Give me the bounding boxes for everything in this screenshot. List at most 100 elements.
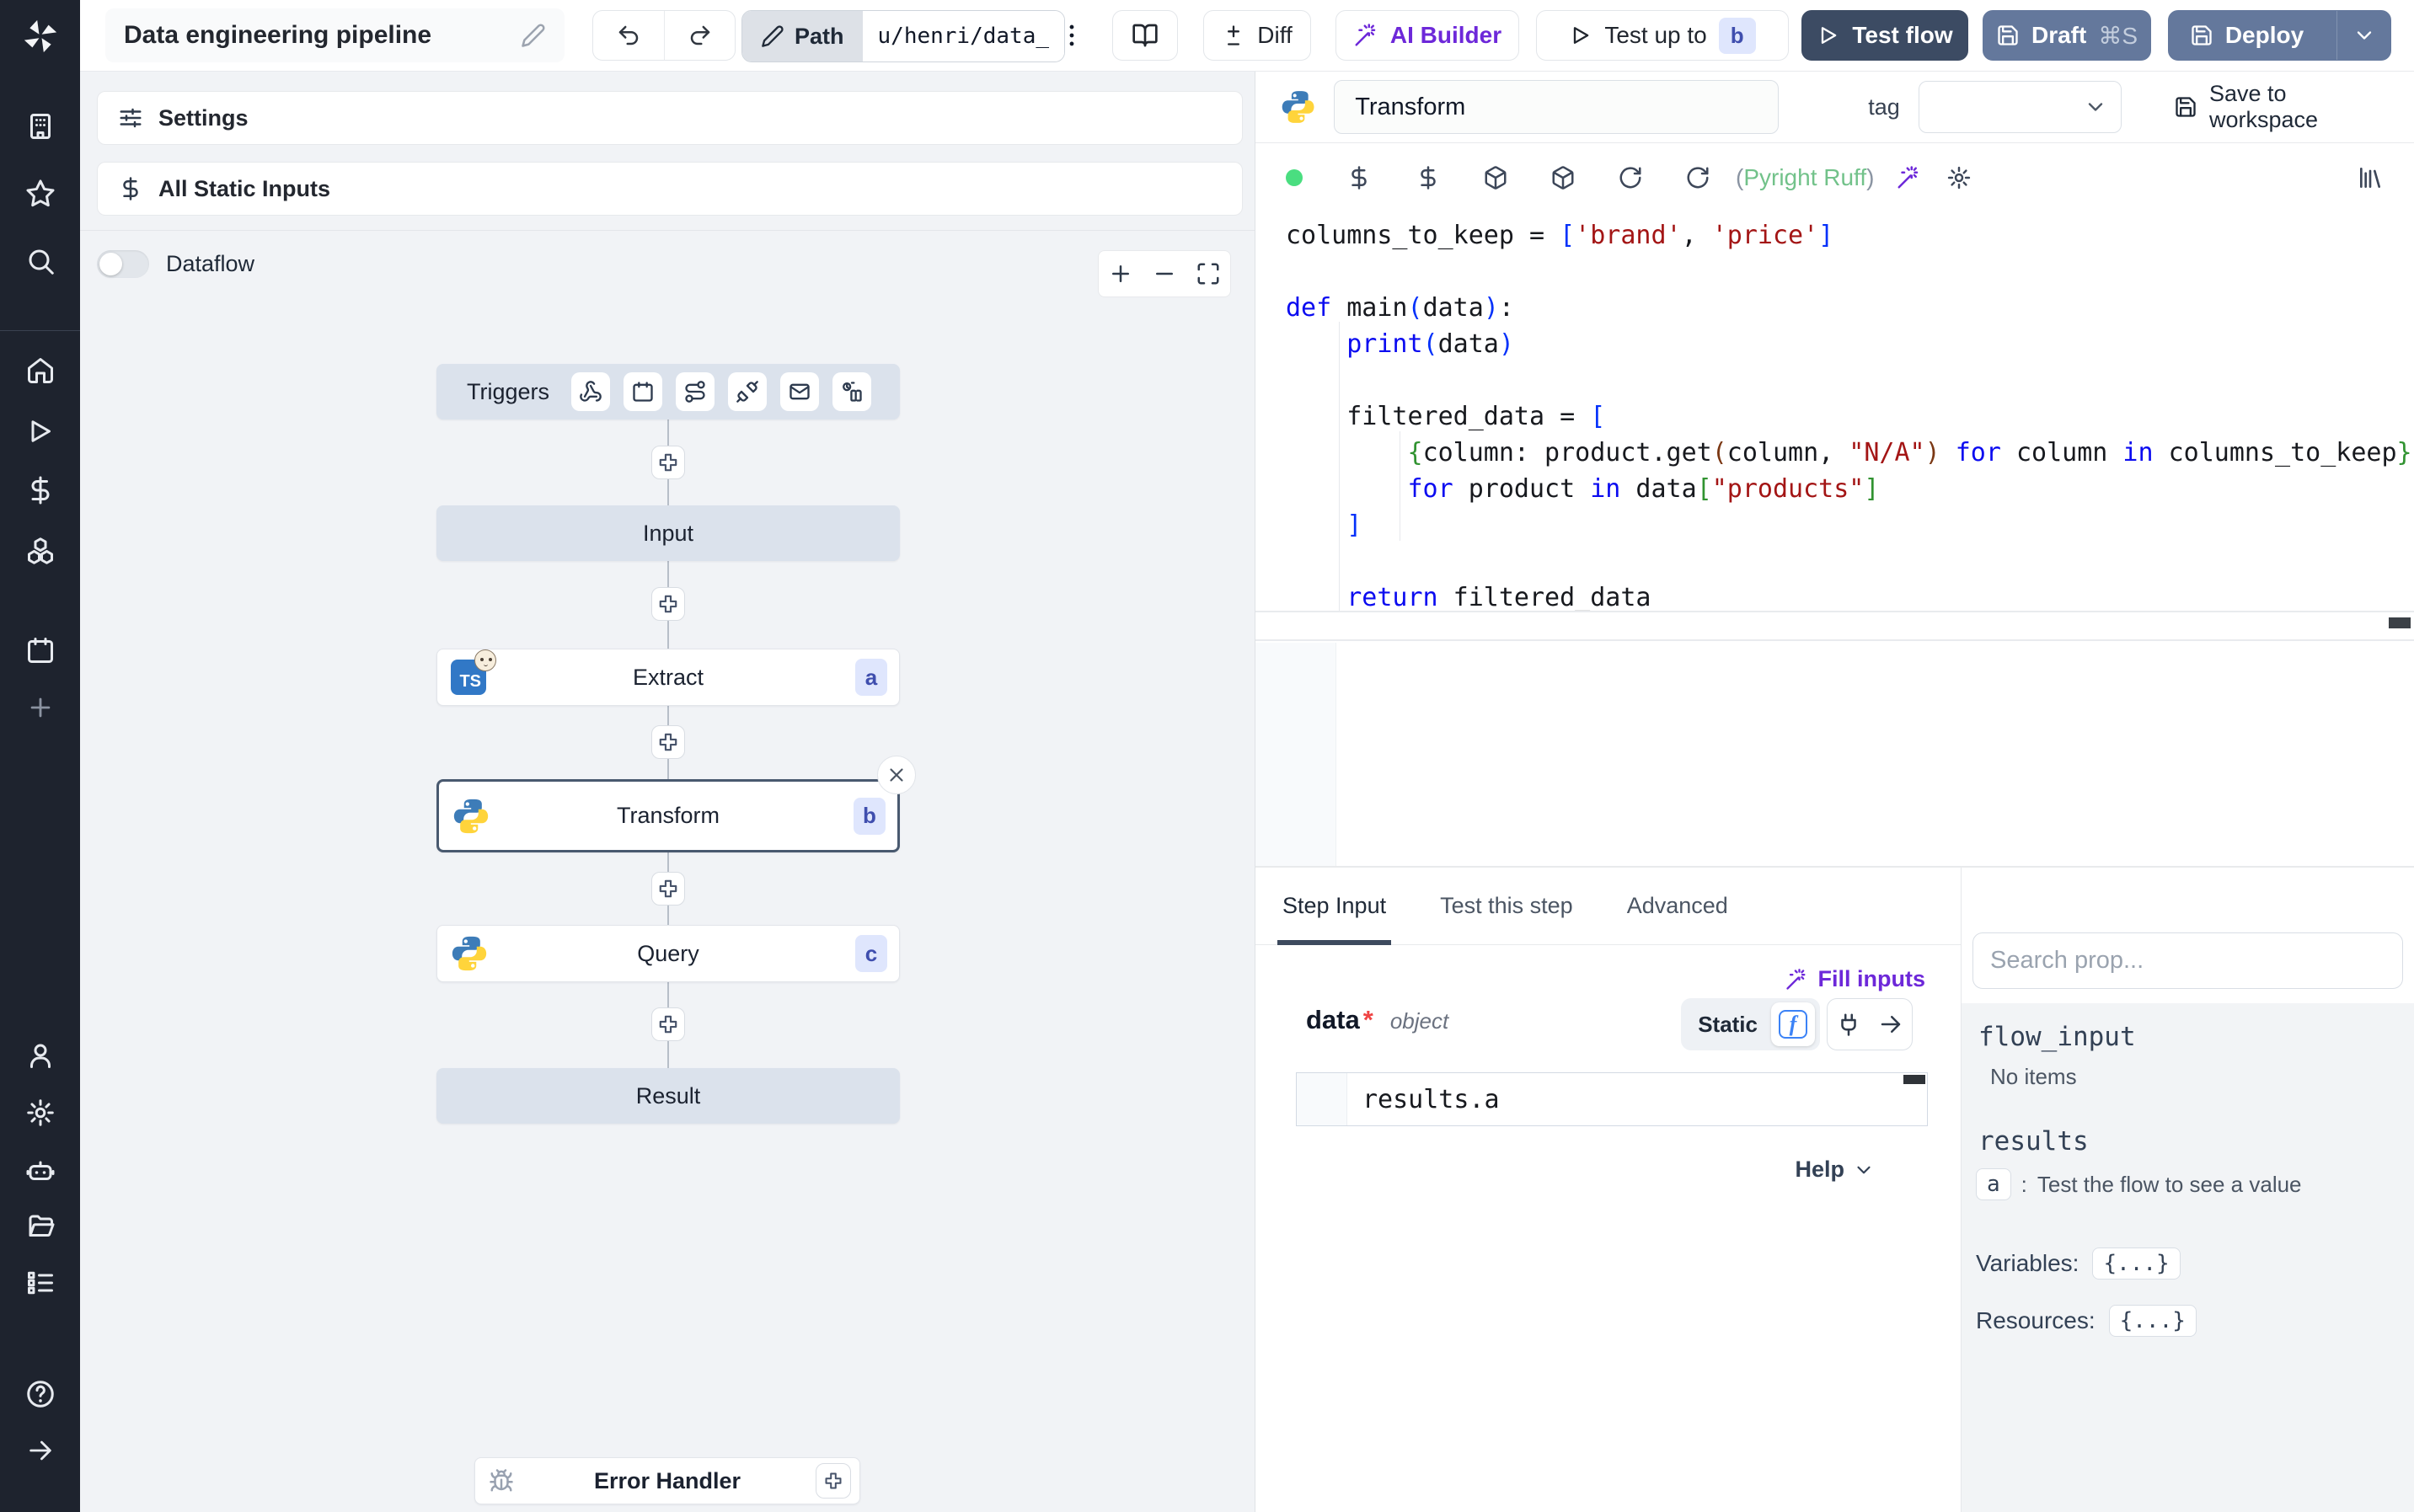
flow-title-box[interactable]: Data engineering pipeline: [105, 8, 565, 62]
poll-trigger-icon[interactable]: [832, 372, 872, 411]
docs-book-button[interactable]: [1112, 10, 1178, 61]
fit-view-icon[interactable]: [1186, 250, 1230, 297]
add-step-button[interactable]: [651, 725, 685, 759]
webhook-trigger-icon[interactable]: [571, 372, 611, 411]
no-items-label: No items: [1990, 1064, 2077, 1089]
resources-chip[interactable]: {...}: [2108, 1305, 2197, 1337]
python-icon: [1281, 88, 1315, 126]
help-dropdown[interactable]: Help: [1795, 1157, 1875, 1183]
email-trigger-icon[interactable]: [780, 372, 820, 411]
triggers-node[interactable]: Triggers: [436, 364, 900, 419]
tab-test-this-step[interactable]: Test this step: [1440, 868, 1573, 945]
deploy-dropdown-chevron-icon[interactable]: [2336, 11, 2390, 60]
more-kebab-icon[interactable]: [1057, 12, 1086, 59]
flow-input-heading[interactable]: flow_input: [1978, 1022, 2136, 1052]
route-trigger-icon[interactable]: [676, 372, 715, 411]
path-value[interactable]: u/henri/data_: [862, 11, 1065, 61]
test-up-to-button[interactable]: Test up to b: [1536, 10, 1789, 61]
draft-button[interactable]: Draft ⌘S: [1983, 10, 2151, 61]
zoom-out-icon[interactable]: [1143, 250, 1186, 297]
editor-scrollbar-thumb[interactable]: [2389, 617, 2411, 628]
undo-redo-group: [592, 10, 736, 61]
result-key-chip[interactable]: a: [1976, 1168, 2011, 1200]
static-inputs-icon[interactable]: [1346, 165, 1372, 190]
user-icon[interactable]: [25, 1040, 56, 1071]
tag-dropdown[interactable]: [1918, 81, 2122, 133]
arg-required-star: *: [1362, 1005, 1373, 1034]
resources-row: Resources: {...}: [1976, 1305, 2197, 1337]
help-icon[interactable]: [25, 1379, 56, 1409]
variables-chip[interactable]: {...}: [2092, 1248, 2181, 1280]
redo-button[interactable]: [664, 11, 735, 60]
path-edit-button[interactable]: Path: [742, 11, 863, 61]
tab-step-input[interactable]: Step Input: [1277, 868, 1392, 945]
add-step-button[interactable]: [651, 446, 685, 479]
workspace-icon[interactable]: [25, 111, 56, 142]
package-icon[interactable]: [1550, 165, 1576, 190]
package-icon[interactable]: [1483, 165, 1508, 190]
search-prop-input[interactable]: [1972, 932, 2403, 989]
tag-label: tag: [1868, 93, 1900, 120]
editor-settings-gear-icon[interactable]: [1946, 165, 1972, 190]
resources-cubes-icon[interactable]: [25, 536, 56, 566]
code-editor[interactable]: columns_to_keep = ['brand', 'price'] def…: [1255, 212, 2414, 611]
add-plus-icon[interactable]: [26, 693, 55, 722]
variables-dollar-icon[interactable]: [25, 475, 56, 505]
plug-icon[interactable]: [1828, 1012, 1870, 1037]
all-static-inputs-bar[interactable]: All Static Inputs: [97, 162, 1243, 216]
reload-icon[interactable]: [1618, 165, 1643, 190]
ai-wand-icon[interactable]: [1896, 165, 1921, 190]
fill-inputs-button[interactable]: Fill inputs: [1785, 966, 1925, 992]
delete-node-x-icon[interactable]: [877, 756, 916, 794]
arrow-right-icon[interactable]: [1870, 1012, 1912, 1037]
schedules-calendar-icon[interactable]: [25, 635, 56, 665]
windmill-logo-icon[interactable]: [21, 17, 60, 56]
props-list: flow_input No items results a : Test the…: [1962, 1003, 2414, 1512]
diff-button[interactable]: Diff: [1203, 10, 1311, 61]
search-icon[interactable]: [25, 246, 56, 276]
node-id-badge: c: [855, 935, 887, 972]
results-heading[interactable]: results: [1978, 1126, 2089, 1157]
edit-title-pencil-icon[interactable]: [521, 23, 546, 48]
tab-advanced[interactable]: Advanced: [1627, 868, 1728, 945]
flow-settings-bar[interactable]: Settings: [97, 91, 1243, 145]
expression-editor[interactable]: results.a: [1296, 1072, 1928, 1126]
ai-robot-icon[interactable]: [25, 1155, 56, 1185]
test-flow-button[interactable]: Test flow: [1801, 10, 1968, 61]
home-icon[interactable]: [25, 355, 56, 386]
reload-icon[interactable]: [1685, 165, 1710, 190]
websocket-trigger-icon[interactable]: [728, 372, 768, 411]
favorites-star-icon[interactable]: [25, 179, 56, 209]
step-name-input[interactable]: [1334, 80, 1780, 134]
editor-toolbar: (Pyright Ruff): [1255, 144, 2414, 211]
folders-icon[interactable]: [25, 1211, 56, 1242]
expression-mode-button[interactable]: f: [1771, 1002, 1815, 1046]
deploy-button[interactable]: Deploy: [2169, 11, 2325, 60]
add-step-button[interactable]: [651, 587, 685, 621]
settings-gear-icon[interactable]: [25, 1098, 56, 1128]
input-node[interactable]: Input: [436, 505, 900, 561]
zoom-in-icon[interactable]: [1099, 250, 1143, 297]
variables-icon[interactable]: [1416, 165, 1441, 190]
flow-title: Data engineering pipeline: [124, 21, 432, 49]
save-to-workspace-button[interactable]: Save to workspace: [2174, 81, 2389, 133]
undo-button[interactable]: [593, 11, 664, 60]
add-error-handler-icon[interactable]: [816, 1463, 851, 1499]
dataflow-toggle[interactable]: [97, 250, 149, 278]
add-step-button[interactable]: [651, 1007, 685, 1041]
list-icon[interactable]: [25, 1268, 56, 1298]
node-query[interactable]: Query c: [436, 925, 900, 982]
add-step-button[interactable]: [651, 872, 685, 906]
ai-builder-button[interactable]: AI Builder: [1335, 10, 1519, 61]
resources-label: Resources:: [1976, 1307, 2096, 1333]
collapse-arrow-icon[interactable]: [26, 1436, 55, 1465]
error-handler-node[interactable]: Error Handler: [474, 1457, 860, 1504]
library-icon[interactable]: [2357, 164, 2384, 191]
lint-status: (Pyright Ruff): [1736, 164, 1875, 190]
node-extract[interactable]: TS Extract a: [436, 649, 900, 706]
arg-type: object: [1389, 1008, 1449, 1034]
node-transform-selected[interactable]: Transform b: [436, 779, 900, 852]
schedule-trigger-icon[interactable]: [624, 372, 663, 411]
runs-play-icon[interactable]: [25, 416, 56, 446]
result-node[interactable]: Result: [436, 1068, 900, 1124]
